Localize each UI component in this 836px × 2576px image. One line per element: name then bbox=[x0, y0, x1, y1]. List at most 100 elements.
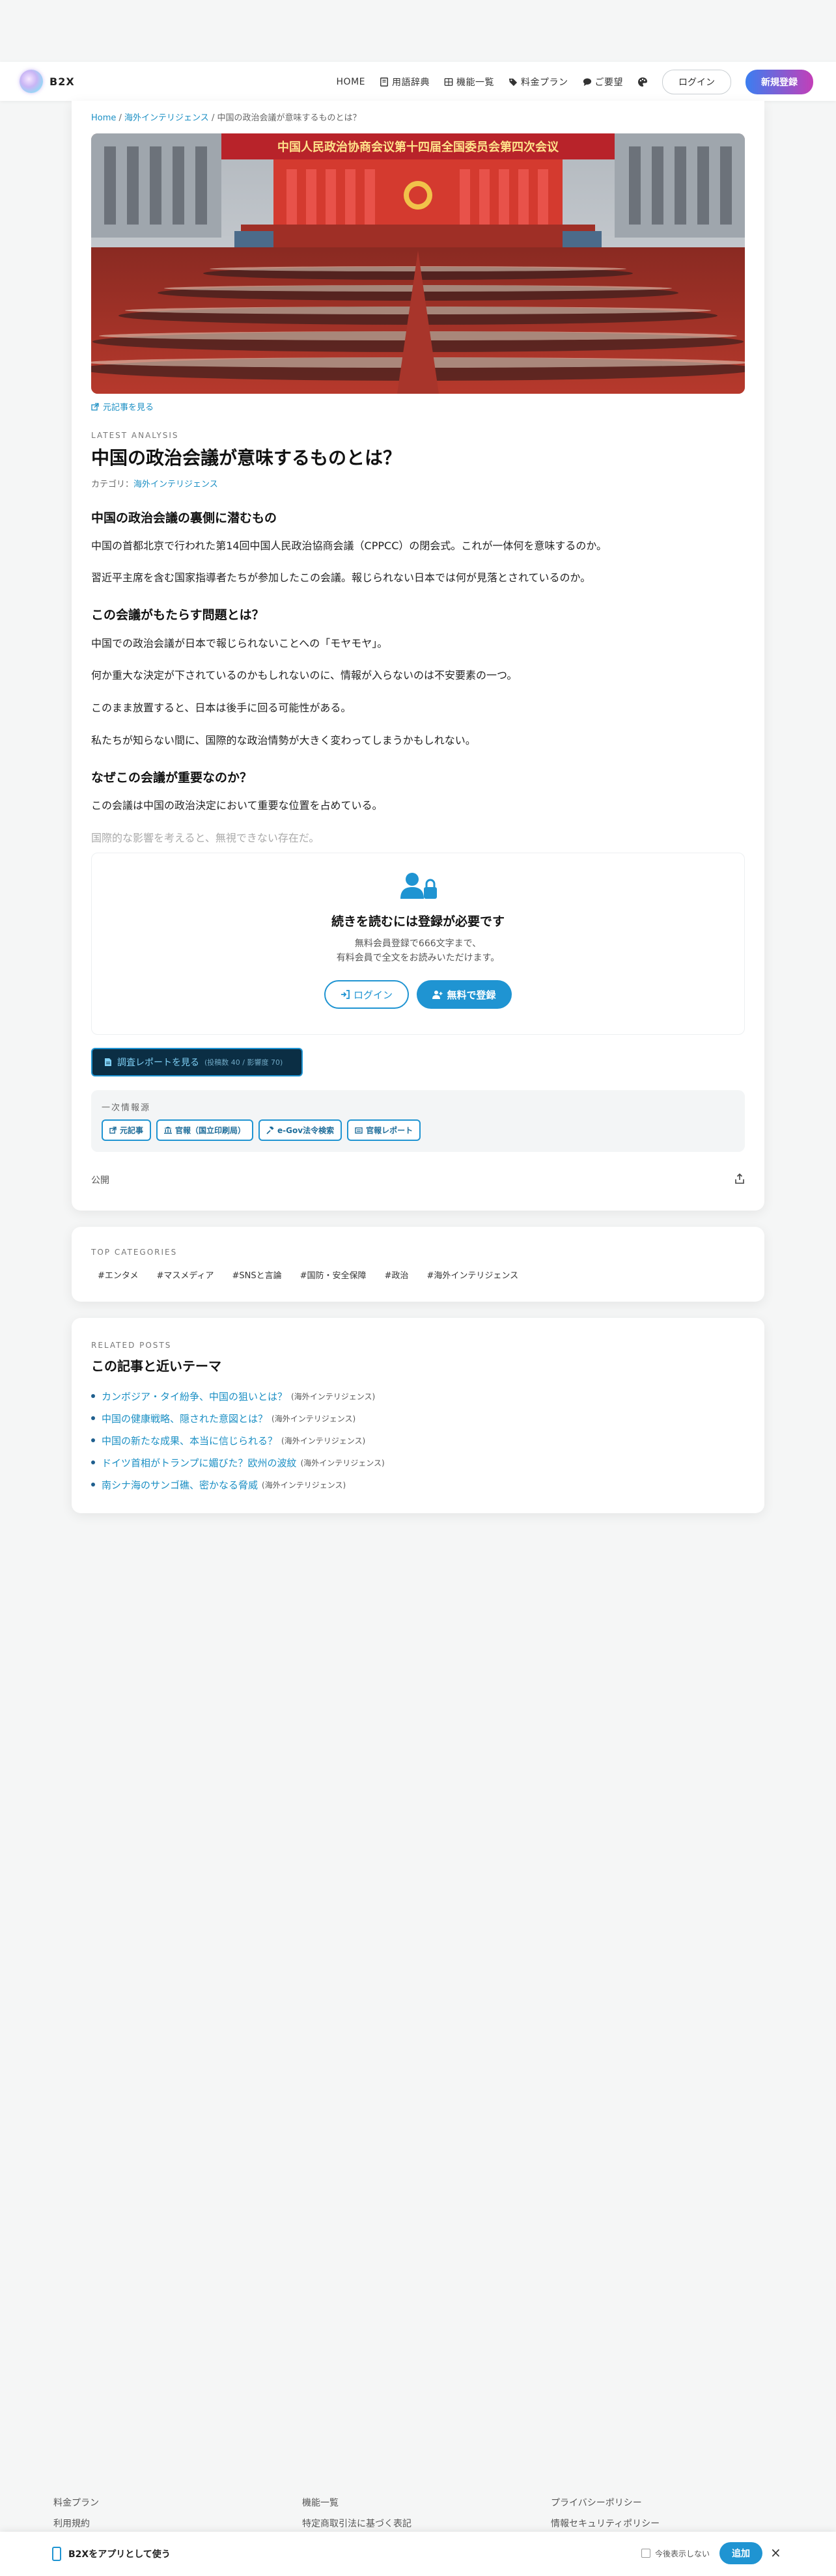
report-button-meta: (投稿数 40 / 影響度 70) bbox=[204, 1058, 283, 1067]
source-chip-gazette-report[interactable]: 官報レポート bbox=[347, 1119, 421, 1141]
paywall-subtitle: 無料会員登録で666文字まで、 有料会員で全文をお読みいただけます。 bbox=[92, 937, 744, 965]
primary-sources-label: 一次情報源 bbox=[102, 1103, 151, 1113]
nav-glossary-label: 用語辞典 bbox=[392, 77, 430, 88]
list-item: 中国の新たな成果、本当に信じられる？ (海外インテリジェンス) bbox=[91, 1429, 385, 1451]
footer-link-terms[interactable]: 利用規約 bbox=[53, 2517, 90, 2530]
related-post-link[interactable]: カンボジア・タイ紛争、中国の狙いとは？ bbox=[102, 1390, 287, 1403]
close-icon[interactable]: × bbox=[770, 2545, 781, 2560]
nav-pricing[interactable]: 料金プラン bbox=[509, 75, 568, 89]
paragraph-5: このまま放置すると、日本は後手に回る可能性がある。 bbox=[91, 702, 352, 714]
book-icon bbox=[380, 77, 388, 87]
user-lock-icon bbox=[400, 873, 437, 899]
hero-banner-text: 中国人民政治协商会议第十四届全国委员会第四次会议 bbox=[277, 140, 559, 154]
report-button[interactable]: 調査レポートを見る (投稿数 40 / 影響度 70) bbox=[91, 1048, 303, 1076]
category-tag[interactable]: #国防・安全保障 bbox=[300, 1268, 367, 1281]
paywall: 続きを読むには登録が必要です 無料会員登録で666文字まで、 有料会員で全文をお… bbox=[91, 853, 745, 1035]
newspaper-icon bbox=[355, 1127, 363, 1134]
assembly-hall-image: 中国人民政治协商会议第十四届全国委员会第四次会议 bbox=[91, 133, 745, 394]
paragraph-2: 習近平主席を含む国家指導者たちが参加したこの会議。報じられない日本では何が見落と… bbox=[91, 571, 591, 584]
category-tag[interactable]: #エンタメ bbox=[98, 1268, 139, 1281]
report-button-label: 調査レポートを見る bbox=[117, 1058, 199, 1068]
nav-features[interactable]: 機能一覧 bbox=[444, 75, 494, 89]
dont-show-checkbox[interactable] bbox=[641, 2549, 650, 2558]
breadcrumb-home[interactable]: Home bbox=[91, 113, 116, 123]
source-chip-gazette[interactable]: 官報（国立印刷局） bbox=[156, 1119, 254, 1141]
dont-show-label[interactable]: 今後表示しない bbox=[655, 2548, 710, 2559]
breadcrumb-category[interactable]: 海外インテリジェンス bbox=[124, 113, 209, 123]
logo-text: B2X bbox=[49, 75, 75, 88]
source-link[interactable]: 元記事を見る bbox=[91, 400, 154, 413]
related-post-tag: (海外インテリジェンス) bbox=[262, 1480, 346, 1490]
list-item: ドイツ首相がトランプに媚びた？欧州の波紋 (海外インテリジェンス) bbox=[91, 1451, 385, 1473]
nav-requests[interactable]: ご要望 bbox=[583, 75, 624, 89]
palette-icon[interactable] bbox=[637, 77, 648, 87]
app-banner-text: B2Xをアプリとして使う bbox=[68, 2549, 171, 2560]
related-posts-title: この記事と近いテーマ bbox=[91, 1358, 221, 1374]
source-chip-label: 元記事 bbox=[120, 1126, 144, 1135]
sign-in-icon bbox=[341, 990, 350, 999]
paywall-signup-button[interactable]: 無料で登録 bbox=[417, 980, 512, 1009]
paragraph-7: この会議は中国の政治決定において重要な位置を占めている。 bbox=[91, 799, 383, 812]
list-item: カンボジア・タイ紛争、中国の狙いとは？ (海外インテリジェンス) bbox=[91, 1385, 385, 1407]
nav-pricing-label: 料金プラン bbox=[521, 77, 568, 88]
external-link-icon bbox=[109, 1127, 117, 1134]
footer-link-security[interactable]: 情報セキュリティポリシー bbox=[551, 2517, 660, 2530]
primary-sources: 一次情報源 元記事 官報（国立印刷局） e-Gov法令検索 官報レポート bbox=[91, 1090, 745, 1152]
breadcrumb: Home / 海外インテリジェンス / 中国の政治会議が意味するものとは？ bbox=[91, 111, 361, 123]
related-post-link[interactable]: 中国の新たな成果、本当に信じられる？ bbox=[102, 1434, 277, 1447]
paywall-buttons: ログイン 無料で登録 bbox=[92, 980, 744, 1009]
related-post-tag: (海外インテリジェンス) bbox=[272, 1414, 356, 1423]
related-post-tag: (海外インテリジェンス) bbox=[300, 1458, 385, 1468]
related-post-link[interactable]: ドイツ首相がトランプに媚びた？欧州の波紋 bbox=[102, 1456, 297, 1470]
top-categories-eyebrow: TOP CATEGORIES bbox=[91, 1248, 178, 1257]
logo-mark-icon bbox=[20, 70, 43, 93]
nav-requests-label: ご要望 bbox=[594, 77, 623, 88]
footer-link-features[interactable]: 機能一覧 bbox=[302, 2496, 339, 2509]
footer-link-commerce-law[interactable]: 特定商取引法に基づく表記 bbox=[302, 2517, 411, 2530]
top-categories-list: #エンタメ #マスメディア #SNSと言論 #国防・安全保障 #政治 #海外イン… bbox=[98, 1268, 518, 1281]
hero-image: 中国人民政治协商会议第十四届全国委员会第四次会议 bbox=[91, 133, 745, 394]
footer-link-pricing[interactable]: 料金プラン bbox=[53, 2496, 99, 2509]
section-heading-1: 中国の政治会議の裏側に潜むもの bbox=[91, 511, 277, 525]
primary-sources-chips: 元記事 官報（国立印刷局） e-Gov法令検索 官報レポート bbox=[102, 1119, 421, 1141]
breadcrumb-separator: / bbox=[118, 113, 125, 123]
user-plus-icon bbox=[432, 991, 443, 999]
section-heading-3: なぜこの会議が重要なのか？ bbox=[91, 771, 253, 785]
breadcrumb-current: 中国の政治会議が意味するものとは？ bbox=[217, 113, 361, 123]
mobile-icon bbox=[52, 2547, 61, 2561]
logo[interactable]: B2X bbox=[20, 70, 75, 93]
article-eyebrow: LATEST ANALYSIS bbox=[91, 431, 179, 440]
paywall-login-button[interactable]: ログイン bbox=[324, 980, 409, 1009]
nav-glossary[interactable]: 用語辞典 bbox=[380, 75, 430, 89]
main-nav: HOME 用語辞典 機能一覧 料金プラン ご要望 ログイン 新規登録 bbox=[337, 70, 813, 94]
share-icon[interactable] bbox=[734, 1173, 745, 1184]
source-chip-egov[interactable]: e-Gov法令検索 bbox=[258, 1119, 342, 1141]
source-chip-original[interactable]: 元記事 bbox=[102, 1119, 152, 1141]
footer-link-privacy[interactable]: プライバシーポリシー bbox=[551, 2496, 642, 2509]
article-card: Home / 海外インテリジェンス / 中国の政治会議が意味するものとは？ 中国… bbox=[72, 101, 764, 1211]
article-title: 中国の政治会議が意味するものとは？ bbox=[91, 447, 402, 469]
category-link[interactable]: 海外インテリジェンス bbox=[133, 480, 218, 489]
article-category: カテゴリ：海外インテリジェンス bbox=[91, 477, 218, 489]
nav-signup-button[interactable]: 新規登録 bbox=[745, 70, 813, 94]
related-posts-eyebrow: RELATED POSTS bbox=[91, 1341, 172, 1350]
paywall-title: 続きを読むには登録が必要です bbox=[331, 914, 505, 929]
paywall-login-label: ログイン bbox=[353, 989, 393, 1001]
category-tag[interactable]: #政治 bbox=[385, 1268, 409, 1281]
section-heading-2: この会議がもたらす問題とは？ bbox=[91, 608, 264, 622]
category-label: カテゴリ： bbox=[91, 480, 134, 489]
app-add-button[interactable]: 追加 bbox=[719, 2542, 762, 2564]
related-post-link[interactable]: 南シナ海のサンゴ礁、密かなる脅威 bbox=[102, 1478, 258, 1492]
category-tag[interactable]: #マスメディア bbox=[157, 1268, 214, 1281]
nav-home[interactable]: HOME bbox=[337, 77, 365, 87]
related-post-link[interactable]: 中国の健康戦略、隠された意図とは？ bbox=[102, 1412, 268, 1425]
top-categories-card: TOP CATEGORIES #エンタメ #マスメディア #SNSと言論 #国防… bbox=[72, 1227, 764, 1302]
related-posts-list: カンボジア・タイ紛争、中国の狙いとは？ (海外インテリジェンス) 中国の健康戦略、… bbox=[91, 1385, 385, 1496]
related-post-tag: (海外インテリジェンス) bbox=[291, 1391, 376, 1401]
list-item: 南シナ海のサンゴ礁、密かなる脅威 (海外インテリジェンス) bbox=[91, 1473, 385, 1496]
paragraph-3: 中国での政治会議が日本で報じられないことへの「モヤモヤ」。 bbox=[91, 637, 388, 650]
nav-login-button[interactable]: ログイン bbox=[662, 70, 731, 94]
category-tag[interactable]: #海外インテリジェンス bbox=[426, 1268, 518, 1281]
document-icon bbox=[105, 1058, 111, 1066]
category-tag[interactable]: #SNSと言論 bbox=[232, 1268, 282, 1281]
